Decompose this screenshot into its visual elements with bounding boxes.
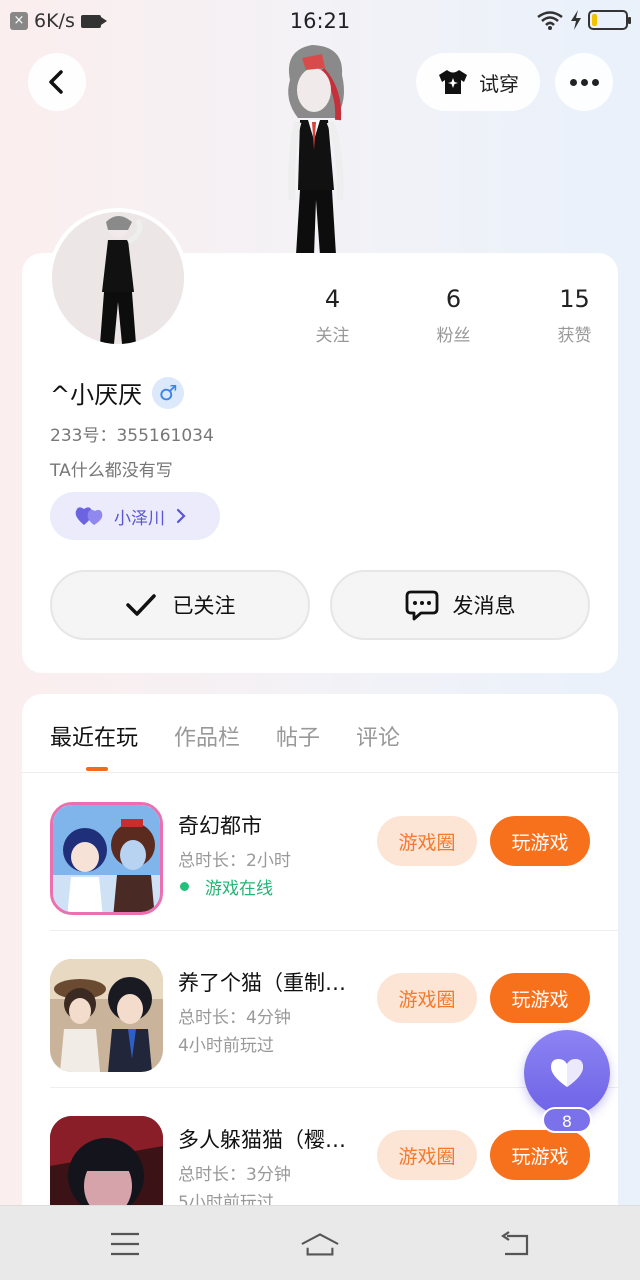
heart-icon: [551, 1059, 583, 1087]
try-on-label: 试穿: [479, 71, 519, 96]
menu-button[interactable]: [105, 1226, 145, 1262]
home-button[interactable]: [300, 1226, 340, 1262]
home-icon: [301, 1233, 339, 1256]
game-duration: 总时长：3分钟: [178, 1165, 291, 1185]
game-circle-button[interactable]: 游戏圈: [377, 973, 477, 1023]
system-nav-bar: [0, 1205, 640, 1280]
online-dot-icon: [180, 882, 189, 891]
game-circle-button[interactable]: 游戏圈: [377, 816, 477, 866]
relation-pill[interactable]: 小泽川: [50, 492, 220, 540]
avatar-figure: [52, 212, 184, 344]
chat-bubble-icon: [405, 590, 438, 621]
avatar[interactable]: [48, 208, 188, 348]
tab-comments[interactable]: 评论: [356, 720, 400, 752]
play-game-button[interactable]: 玩游戏: [490, 973, 590, 1023]
game-name: 多人躲猫猫（樱…: [178, 1128, 346, 1152]
status-bar: × 6K/s 16:21: [0, 0, 640, 44]
stat-following[interactable]: 4 关注: [272, 285, 393, 346]
game-status: 4小时前玩过: [178, 1036, 274, 1056]
back-button[interactable]: [28, 53, 86, 111]
game-circle-button[interactable]: 游戏圈: [377, 1130, 477, 1180]
more-dots-icon: [569, 78, 577, 86]
more-button[interactable]: [555, 53, 613, 111]
game-name: 养了个猫（重制…: [178, 971, 346, 995]
double-heart-icon: [75, 507, 103, 525]
game-icon[interactable]: [50, 802, 163, 915]
return-icon: [501, 1231, 529, 1256]
stat-likes[interactable]: 15 获赞: [514, 285, 635, 346]
tab-bar: 最近在玩 作品栏 帖子 评论: [50, 720, 400, 752]
male-gender-icon: ♂: [152, 376, 185, 409]
tab-works[interactable]: 作品栏: [174, 720, 240, 752]
battery-icon: [588, 10, 631, 30]
tshirt-icon: [439, 70, 467, 94]
play-game-button[interactable]: 玩游戏: [490, 1130, 590, 1180]
like-count-badge: 8: [542, 1107, 592, 1133]
like-button[interactable]: [524, 1030, 610, 1116]
active-tab-indicator: [86, 767, 108, 771]
username: ^小厌厌: [50, 381, 143, 409]
content-card: 最近在玩 作品栏 帖子 评论 奇幻都市 总时长：2小时 游戏在线 游戏圈 玩游戏…: [22, 694, 618, 1234]
bio: TA什么都没有写: [50, 461, 173, 481]
followed-button[interactable]: 已关注: [50, 570, 310, 640]
try-on-button[interactable]: 试穿: [416, 53, 540, 111]
send-message-button[interactable]: 发消息: [330, 570, 590, 640]
user-id: 233号：355161034: [50, 426, 214, 446]
game-duration: 总时长：4分钟: [178, 1008, 291, 1028]
stat-followers[interactable]: 6 粉丝: [393, 285, 514, 346]
profile-stats: 4 关注 6 粉丝 15 获赞: [272, 285, 635, 346]
charging-bolt-icon: [571, 10, 581, 30]
character-figure: [288, 45, 344, 255]
checkmark-icon: [125, 594, 156, 616]
play-game-button[interactable]: 玩游戏: [490, 816, 590, 866]
tab-recently-played[interactable]: 最近在玩: [50, 720, 138, 752]
chevron-right-icon: [176, 508, 186, 524]
system-back-button[interactable]: [495, 1226, 535, 1262]
back-arrow-icon: [49, 70, 63, 94]
game-icon[interactable]: [50, 959, 163, 1072]
game-row[interactable]: 奇幻都市 总时长：2小时 游戏在线 游戏圈 玩游戏: [22, 774, 618, 931]
menu-icon: [111, 1232, 139, 1256]
relation-name: 小泽川: [114, 508, 165, 529]
tab-posts[interactable]: 帖子: [276, 720, 320, 752]
game-duration: 总时长：2小时: [178, 851, 291, 871]
wifi-icon: [537, 11, 563, 30]
game-name: 奇幻都市: [178, 814, 262, 838]
battery-level: [592, 14, 597, 26]
game-status: 游戏在线: [178, 874, 273, 899]
